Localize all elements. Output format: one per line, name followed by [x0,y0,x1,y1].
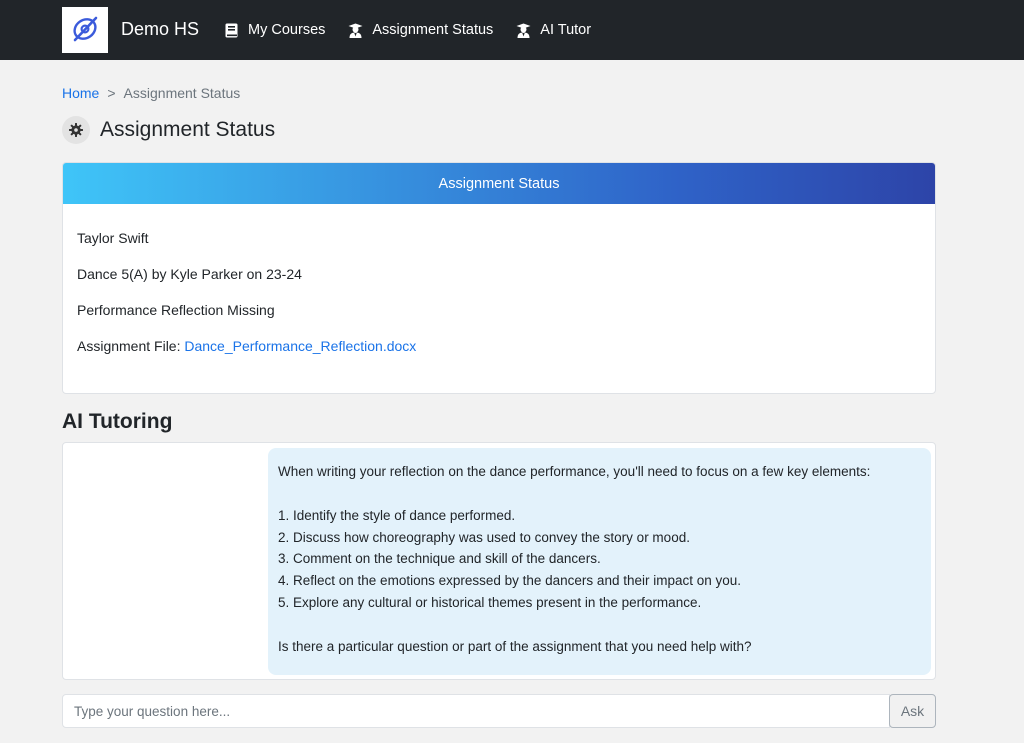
ai-tutoring-card: When writing your reflection on the danc… [62,442,936,680]
ask-button[interactable]: Ask [889,694,936,728]
tutor-message-bubble: When writing your reflection on the danc… [268,448,931,675]
question-input[interactable] [62,694,890,728]
breadcrumb-home-link[interactable]: Home [62,85,99,101]
nav-assignment-status-label: Assignment Status [372,22,494,38]
breadcrumb: Home > Assignment Status [62,85,962,101]
student-name: Taylor Swift [77,230,149,246]
user-graduate-icon [515,22,531,38]
tutor-message-point: 4. Reflect on the emotions expressed by … [278,573,742,589]
assignment-status-card-body: Taylor Swift Dance 5(A) by Kyle Parker o… [63,204,935,354]
breadcrumb-current: Assignment Status [123,85,241,101]
tutor-message-point: 1. Identify the style of dance performed… [278,507,516,523]
user-graduate-icon [347,22,363,38]
tutor-message-intro: When writing your reflection on the danc… [278,464,871,479]
page-title: Assignment Status [100,118,276,141]
tutor-message-point: 2. Discuss how choreography was used to … [278,529,690,545]
assignment-status-text: Performance Reflection Missing [77,302,275,318]
gear-icon [62,116,90,144]
tutor-message-closing: Is there a particular question or part o… [278,638,752,654]
nav-ai-tutor[interactable]: AI Tutor [515,22,591,38]
book-icon [223,22,239,38]
assignment-file-link[interactable]: Dance_Performance_Reflection.docx [184,338,416,354]
nav-my-courses-label: My Courses [248,22,326,38]
tutor-message-point: 3. Comment on the technique and skill of… [278,551,601,567]
ask-row: Ask [62,694,936,728]
main-content: Home > Assignment Status Assignment Stat… [0,85,1024,728]
nav-assignment-status[interactable]: Assignment Status [347,22,493,38]
breadcrumb-separator: > [107,85,116,101]
assignment-file-label: Assignment File: [77,338,181,354]
brand-name[interactable]: Demo HS [121,19,199,40]
page-title-row: Assignment Status [62,115,962,145]
brand-logo[interactable] [62,7,108,53]
tutor-message-point: 5. Explore any cultural or historical th… [278,594,702,610]
nav-ai-tutor-label: AI Tutor [540,22,592,38]
top-navbar: Demo HS My Courses Assignment Status AI … [0,0,1024,60]
assignment-status-card-header: Assignment Status [63,163,935,204]
slashed-eye-logo-icon [70,14,100,47]
nav-my-courses[interactable]: My Courses [223,22,325,38]
course-info: Dance 5(A) by Kyle Parker on 23-24 [77,266,302,282]
ai-tutoring-title: AI Tutoring [62,410,173,433]
assignment-status-card: Assignment Status Taylor Swift Dance 5(A… [62,162,936,394]
assignment-file-row: Assignment File: Dance_Performance_Refle… [77,338,921,354]
